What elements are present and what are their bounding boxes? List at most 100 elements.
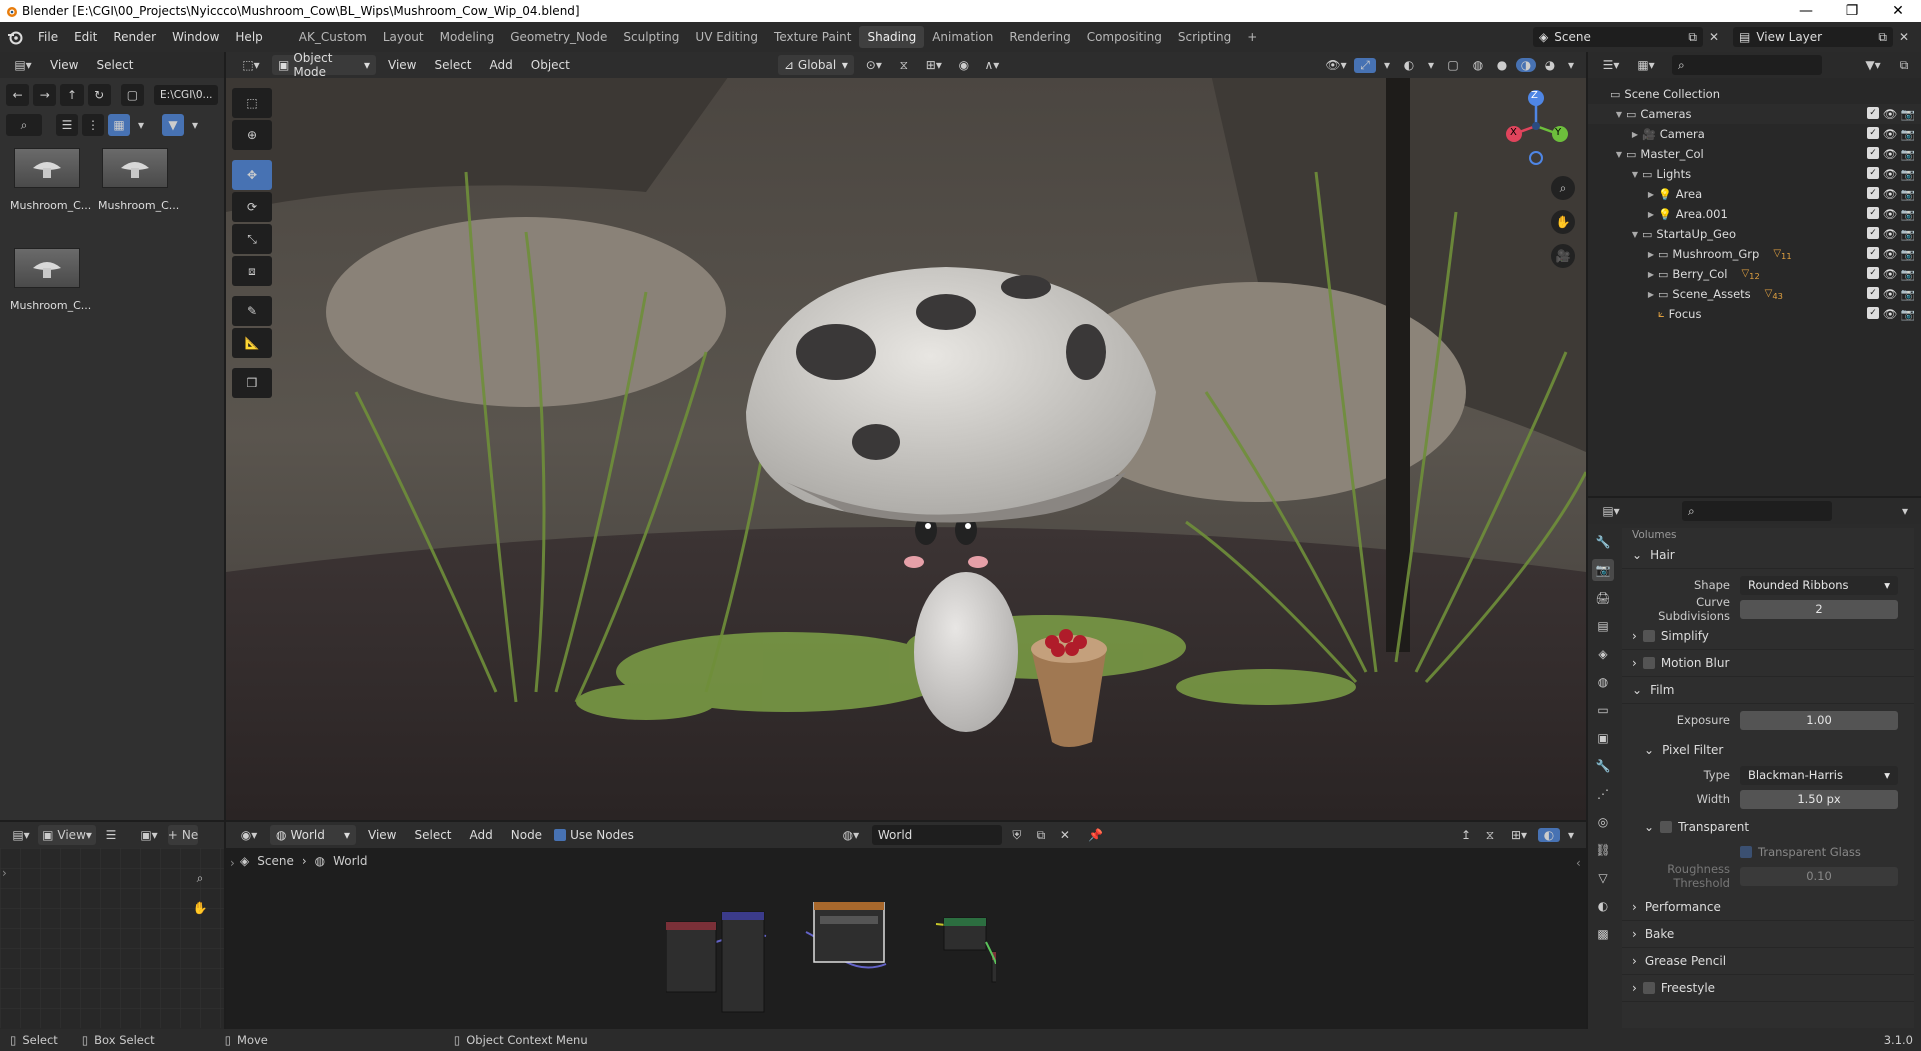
expand-down-icon[interactable]: ▼	[1628, 170, 1642, 179]
add-cube-tool-icon[interactable]: ❒	[232, 368, 272, 398]
exclude-checkbox[interactable]: ✓	[1867, 127, 1879, 139]
outliner-editor-type-icon[interactable]: ☰▾	[1596, 58, 1626, 72]
viewport-menu-select[interactable]: Select	[428, 58, 477, 72]
camera-render-icon[interactable]: 📷	[1901, 167, 1915, 181]
unlink-world-icon[interactable]: ✕	[1056, 828, 1074, 842]
properties-search-input[interactable]: ⌕	[1682, 501, 1832, 521]
menu-file[interactable]: File	[30, 30, 66, 44]
data-tab-icon[interactable]: ▽	[1592, 867, 1614, 889]
outliner-row[interactable]: ▶ 💡 Area ✓ 👁 📷	[1588, 184, 1921, 204]
exclude-checkbox[interactable]: ✓	[1867, 147, 1879, 159]
node-menu-add[interactable]: Add	[464, 828, 499, 842]
new-folder-icon[interactable]: ▢	[120, 84, 145, 106]
file-thumbnail[interactable]: Mushroom_C...	[98, 148, 179, 212]
toolbar-toggle-icon[interactable]: ›	[230, 856, 235, 870]
outliner-row[interactable]: ▶ ▭ Mushroom_Grp ▽11 ✓ 👁 📷	[1588, 244, 1921, 264]
eye-icon[interactable]: 👁	[1883, 287, 1898, 301]
tab-scripting[interactable]: Scripting	[1170, 26, 1239, 48]
eye-icon[interactable]: 👁	[1883, 227, 1898, 241]
shader-type-dropdown[interactable]: ◍ World ▾	[270, 825, 356, 845]
roughness-threshold-field[interactable]: 0.10	[1740, 866, 1898, 886]
camera-render-icon[interactable]: 📷	[1901, 287, 1915, 301]
camera-view-icon[interactable]: 🎥	[1551, 244, 1575, 268]
xray-toggle-icon[interactable]: ▢	[1442, 58, 1464, 72]
texture-tab-icon[interactable]: ▩	[1592, 923, 1614, 945]
tab-uv-editing[interactable]: UV Editing	[687, 26, 766, 48]
node-environment-texture[interactable]	[813, 902, 885, 963]
scale-tool-icon[interactable]: ⤡	[232, 224, 272, 254]
shader-node-editor[interactable]: ◉▾ ◍ World ▾ View Select Add Node Use No…	[226, 822, 1586, 1029]
eye-icon[interactable]: 👁	[1883, 167, 1898, 181]
expand-right-icon[interactable]: ▶	[1644, 210, 1658, 219]
motion-blur-section[interactable]: › Motion Blur	[1622, 650, 1914, 677]
close-button[interactable]: ✕	[1875, 0, 1921, 22]
camera-render-icon[interactable]: 📷	[1901, 107, 1915, 121]
pin-icon[interactable]: 📌	[1086, 828, 1106, 842]
transform-orientation-dropdown[interactable]: ⊿ Global ▾	[777, 55, 854, 75]
expand-right-icon[interactable]: ▶	[1628, 130, 1642, 139]
exclude-checkbox[interactable]: ✓	[1867, 167, 1879, 179]
exposure-field[interactable]: 1.00	[1740, 710, 1898, 730]
parent-node-tree-icon[interactable]: ↥	[1456, 828, 1476, 842]
file-thumbnail[interactable]: Mushroom_C...	[10, 248, 91, 312]
outliner-row[interactable]: ▼ ▭ Cameras ✓ 👁 📷	[1588, 104, 1921, 124]
tool-tab-icon[interactable]: 🔧	[1592, 531, 1614, 553]
exclude-checkbox[interactable]: ✓	[1867, 187, 1879, 199]
film-section[interactable]: ⌄ Film	[1622, 677, 1914, 704]
expand-down-icon[interactable]: ▼	[1612, 150, 1626, 159]
bake-section[interactable]: › Bake	[1622, 921, 1914, 948]
outliner-row[interactable]: ▼ ▭ Lights ✓ 👁 📷	[1588, 164, 1921, 184]
parent-dir-icon[interactable]: ↑	[60, 84, 84, 106]
overlay-toggle-icon[interactable]: ◐	[1398, 58, 1420, 72]
node-background[interactable]	[943, 917, 987, 951]
simplify-checkbox[interactable]	[1642, 630, 1655, 642]
thumbnail-view-icon[interactable]: ▦	[108, 114, 130, 136]
bottom-left-editor-type-icon[interactable]: ▤▾	[8, 828, 34, 842]
search-icon[interactable]: ⌕	[6, 114, 42, 136]
expand-right-icon[interactable]: ▶	[1644, 290, 1658, 299]
exclude-checkbox[interactable]: ✓	[1867, 247, 1879, 259]
material-preview-shading-icon[interactable]: ◑	[1516, 58, 1536, 72]
expand-right-icon[interactable]: ▶	[1644, 270, 1658, 279]
file-menu-view[interactable]: View	[44, 58, 84, 72]
expand-down-icon[interactable]: ▼	[1612, 110, 1626, 119]
hair-section[interactable]: ⌄ Hair	[1622, 542, 1914, 569]
node-texcoord[interactable]	[666, 921, 717, 993]
menu-render[interactable]: Render	[105, 30, 164, 44]
snap-element-icon[interactable]: ⊞▾	[1504, 828, 1534, 842]
remove-scene-icon[interactable]: ✕	[1709, 30, 1727, 44]
list-view-icon[interactable]: ☰	[56, 114, 78, 136]
select-box-tool-icon[interactable]: ⬚	[232, 88, 272, 118]
eye-icon[interactable]: 👁	[1883, 247, 1898, 261]
exclude-checkbox[interactable]: ✓	[1867, 267, 1879, 279]
view-layer-tab-icon[interactable]: ▤	[1592, 615, 1614, 637]
sidebar-toggle-icon[interactable]: ‹	[1576, 856, 1581, 870]
camera-render-icon[interactable]: 📷	[1901, 187, 1915, 201]
outliner-row[interactable]: ▶ 💡 Area.001 ✓ 👁 📷	[1588, 204, 1921, 224]
use-nodes-checkbox[interactable]	[554, 829, 567, 841]
remove-view-layer-icon[interactable]: ✕	[1899, 30, 1913, 44]
world-tab-icon[interactable]: ◍	[1592, 671, 1614, 693]
gizmo-toggle-icon[interactable]: ⤢	[1354, 57, 1376, 73]
chevron-right-icon[interactable]: ›	[2, 866, 7, 880]
node-mapping[interactable]	[721, 911, 765, 1013]
refresh-icon[interactable]: ↻	[87, 84, 111, 106]
tab-ak-custom[interactable]: AK_Custom	[291, 26, 375, 48]
maximize-button[interactable]: ❐	[1829, 0, 1875, 22]
tab-sculpting[interactable]: Sculpting	[615, 26, 687, 48]
expand-down-icon[interactable]: ▼	[1628, 230, 1642, 239]
tab-layout[interactable]: Layout	[375, 26, 432, 48]
new-scene-icon[interactable]: ⧉	[1688, 30, 1697, 45]
rotate-tool-icon[interactable]: ⟳	[232, 192, 272, 222]
curve-subdivisions-field[interactable]: 2	[1740, 599, 1898, 619]
modifier-tab-icon[interactable]: 🔧	[1592, 755, 1614, 777]
outliner-row[interactable]: ▭ Scene Collection	[1588, 84, 1921, 104]
collection-tab-icon[interactable]: ▭	[1592, 699, 1614, 721]
menu-window[interactable]: Window	[164, 30, 227, 44]
object-tab-icon[interactable]: ▣	[1592, 727, 1614, 749]
simplify-section[interactable]: › Simplify	[1622, 623, 1914, 650]
outliner-row[interactable]: ▶ ▭ Scene_Assets ▽43 ✓ 👁 📷	[1588, 284, 1921, 304]
viewport-editor-type-icon[interactable]: ⬚▾	[236, 58, 266, 72]
outliner-row[interactable]: ▶ ▭ Berry_Col ▽12 ✓ 👁 📷	[1588, 264, 1921, 284]
detail-view-icon[interactable]: ⋮	[82, 114, 104, 136]
